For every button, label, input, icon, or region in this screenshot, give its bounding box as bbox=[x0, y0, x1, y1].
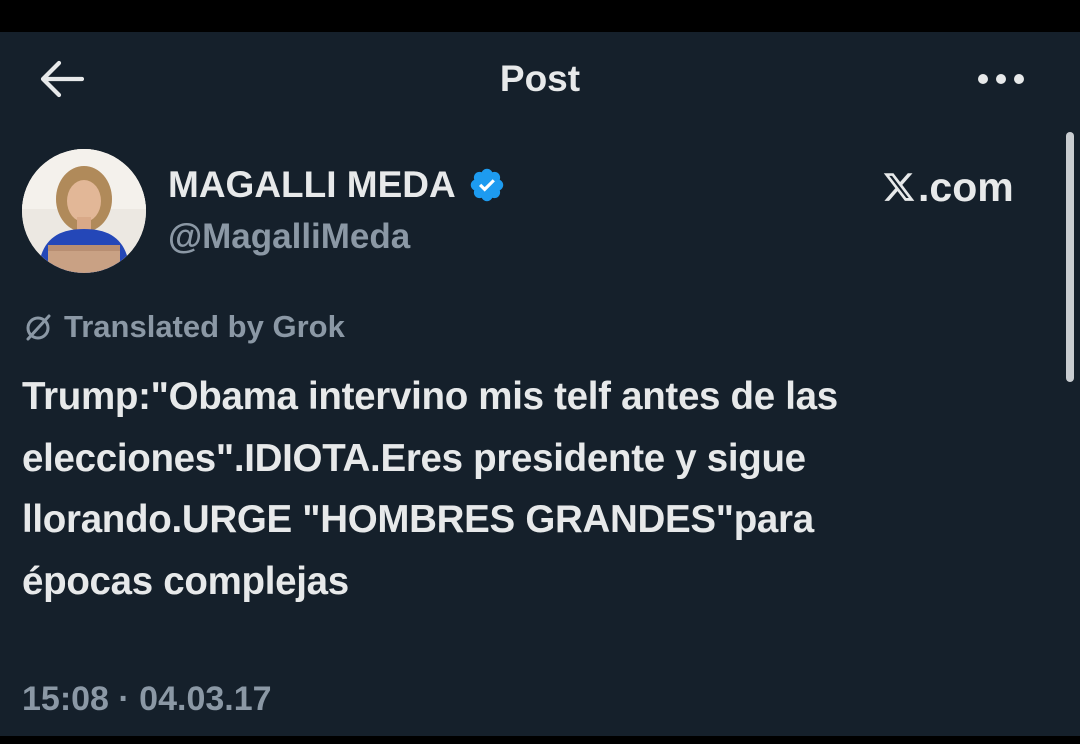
x-logo-icon bbox=[883, 173, 915, 201]
post-header: Post bbox=[0, 32, 1080, 124]
translation-label: Translated by Grok bbox=[64, 309, 345, 344]
translate-slash-icon bbox=[26, 314, 51, 341]
post-screen: Post MAGALLI MEDA @MagalliMeda .com Tran… bbox=[0, 32, 1080, 736]
more-options-button[interactable] bbox=[972, 56, 1030, 102]
verified-badge-icon bbox=[470, 168, 503, 202]
avatar-photo bbox=[22, 149, 146, 273]
post-text-line: llorando.URGE "HOMBRES GRANDES"para bbox=[22, 498, 814, 541]
scrollbar[interactable] bbox=[1066, 132, 1074, 382]
post-text-line: épocas complejas bbox=[22, 559, 349, 603]
post-text-line: elecciones".IDIOTA.Eres presidente y sig… bbox=[22, 436, 806, 480]
post-text-line: Trump:"Obama intervino mis telf antes de… bbox=[22, 375, 838, 418]
author-name[interactable]: MAGALLI MEDA bbox=[168, 162, 506, 208]
status-bar-area bbox=[0, 0, 1080, 32]
post-text: Trump:"Obama intervino mis telf antes de… bbox=[22, 366, 1052, 612]
author-handle[interactable]: @MagalliMeda bbox=[168, 214, 410, 260]
page-title: Post bbox=[499, 58, 581, 99]
post-timestamp[interactable]: 15:08 · 04.03.17 bbox=[22, 674, 272, 724]
ellipsis-icon bbox=[978, 74, 1024, 84]
author-name-text: MAGALLI MEDA bbox=[168, 164, 456, 205]
avatar[interactable] bbox=[22, 149, 146, 273]
brand-suffix: .com bbox=[918, 164, 1014, 210]
brand-watermark: .com bbox=[882, 162, 1014, 212]
translation-notice[interactable]: Translated by Grok bbox=[22, 306, 345, 348]
bottom-bar-area bbox=[0, 736, 1080, 744]
